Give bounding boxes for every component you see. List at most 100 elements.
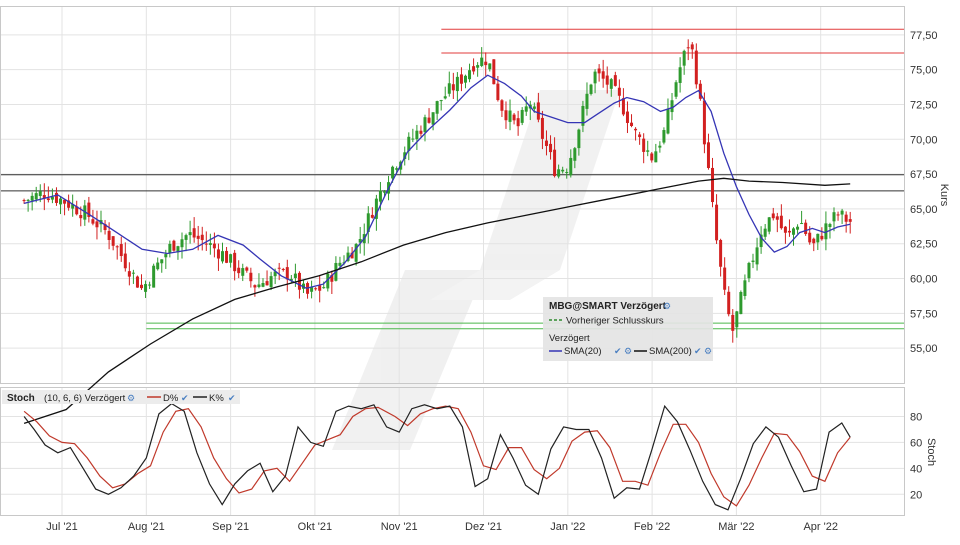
legend-section-label: Verzögert [549,333,590,344]
candle-body [840,210,844,215]
candle-body [468,70,472,80]
candle-body [314,288,318,290]
candle-body [427,117,431,123]
candle-body [532,106,536,109]
y-tick-label: 60,00 [910,274,938,286]
candle-body [318,285,322,291]
legend-sma200-check-icon[interactable]: ✔ [694,346,702,356]
candle-body [277,267,281,269]
candle-body [771,213,775,219]
legend-sma20-check-icon[interactable]: ✔ [614,346,622,356]
candle-body [500,100,504,111]
candle-body [188,232,192,236]
candle-body [22,200,26,202]
candle-body [719,239,723,267]
candle-body [735,311,739,328]
candle-body [540,117,544,139]
candle-body [431,112,435,125]
candle-body [135,276,139,288]
candle-body [196,235,200,239]
candle-body [233,252,237,272]
candle-body [565,171,569,173]
candle-body [686,47,690,49]
candle-body [451,84,455,91]
candle-body [755,247,759,265]
grid-layer [1,7,904,515]
stoch-axis-title: Stoch [925,438,937,466]
x-tick-label: Jul '21 [46,521,77,533]
candle-body [508,110,512,122]
candle-body [160,259,164,264]
candle-body [249,272,253,282]
candle-body [804,222,808,235]
y-tick-label: 77,50 [910,30,938,42]
y-tick-label: 57,50 [910,308,938,320]
candle-body [783,226,787,233]
legend-sma200-settings-icon[interactable]: ⚙ [704,346,712,356]
candle-body [492,59,496,85]
chart-svg: Jul '21 Aug '21 Sep '21 Okt '21 Nov '21 Dez '… [0,6,950,533]
candle-body [747,262,751,279]
candle-body [212,243,216,249]
y-tick-label: 72,50 [910,99,938,111]
candle-body [706,142,710,168]
candle-body [59,198,63,205]
stoch-legend-d-check-icon[interactable]: ✔ [181,393,189,403]
candle-body [257,284,261,288]
candle-body [293,273,297,279]
candle-body [123,253,127,269]
chart-root: Jul '21 Aug '21 Sep '21 Okt '21 Nov '21 Dez '… [0,0,960,540]
y-tick-label: 70,00 [910,134,938,146]
candle-body [694,50,698,85]
candle-body [476,65,480,68]
candle-body [237,267,241,274]
x-tick-label: Mär '22 [718,521,754,533]
candle-body [411,138,415,140]
candle-body [200,234,204,241]
stoch-y-tick-label: 60 [910,437,922,449]
price-axis-title: Kurs [938,184,950,207]
candle-body [245,267,249,271]
candle-body [472,66,476,72]
candle-body [370,214,374,218]
candle-body [605,75,609,85]
candle-body [216,249,220,259]
candle-body [828,224,832,227]
candle-body [30,195,34,201]
candle-body [739,292,743,315]
stoch-legend-k-check-icon[interactable]: ✔ [228,393,236,403]
candle-body [800,223,804,225]
candle-body [459,74,463,84]
candle-body [674,82,678,97]
candle-body [787,230,791,233]
candle-body [844,214,848,222]
candle-body [577,129,581,149]
y-tick-label: 65,00 [910,204,938,216]
candle-body [435,101,439,114]
candle-body [609,79,613,89]
stoch-legend: Stoch (10, 6, 6) Verzögert ⚙ D% ✔ K% ✔ [2,390,240,404]
candle-body [144,284,148,292]
candle-body [225,250,229,263]
stoch-legend-d-label: D% [163,393,179,404]
candle-body [678,67,682,83]
candle-body [484,61,488,66]
candle-body [617,87,621,96]
candle-body [95,221,99,228]
y-tick-label: 75,00 [910,65,938,77]
candle-body [140,284,144,289]
candle-body [261,282,265,287]
candle-body [621,98,625,115]
candle-body [152,265,156,288]
stoch-legend-settings-icon[interactable]: ⚙ [127,393,135,403]
candle-body [775,216,779,220]
candle-body [415,130,419,140]
candle-body [836,214,840,216]
legend-sma20-settings-icon[interactable]: ⚙ [624,346,632,356]
candle-body [419,130,423,134]
legend-title-settings-icon[interactable]: ⚙ [663,301,671,311]
candle-body [127,271,131,277]
x-tick-label: Okt '21 [298,521,333,533]
price-legend: MBG@SMART Verzögert ⚙ Vorheriger Schluss… [543,297,713,361]
candle-body [50,196,54,200]
